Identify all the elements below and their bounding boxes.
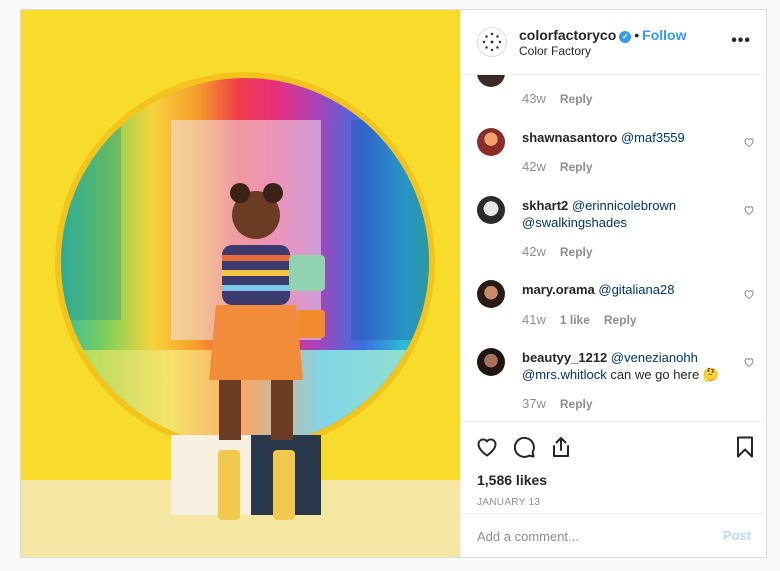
color-factory-logo-icon bbox=[482, 32, 502, 52]
comment-like-count[interactable]: 1 like bbox=[560, 313, 590, 327]
mention-link[interactable]: @erinnicolebrown bbox=[572, 198, 676, 213]
thinking-emoji-icon: 🤔 bbox=[702, 367, 720, 382]
account-subtitle[interactable]: Color Factory bbox=[519, 44, 591, 58]
reply-button[interactable]: Reply bbox=[560, 92, 593, 106]
bookmark-icon[interactable] bbox=[733, 435, 757, 459]
comment-time[interactable]: 43w bbox=[522, 91, 546, 106]
reply-button[interactable]: Reply bbox=[560, 397, 593, 411]
post-side-panel: colorfactoryco ✓ • Follow Color Factory •••… bbox=[460, 10, 767, 557]
mention-link[interactable]: @venezianohh bbox=[611, 350, 698, 365]
comment-meta: 42w Reply bbox=[522, 244, 593, 259]
separator-dot: • bbox=[634, 27, 640, 43]
comment-meta: 42w Reply bbox=[522, 159, 593, 174]
instagram-post: colorfactoryco ✓ • Follow Color Factory •••… bbox=[20, 9, 767, 558]
comment-time[interactable]: 37w bbox=[522, 396, 546, 411]
comment-like-heart-icon[interactable] bbox=[743, 204, 755, 216]
follow-button[interactable]: Follow bbox=[642, 27, 686, 43]
comment-meta: 43w Reply bbox=[522, 91, 593, 106]
reply-button[interactable]: Reply bbox=[604, 313, 637, 327]
post-photo[interactable] bbox=[21, 10, 460, 557]
comment-time[interactable]: 42w bbox=[522, 159, 546, 174]
comment-avatar[interactable] bbox=[477, 280, 505, 308]
profile-avatar[interactable] bbox=[477, 27, 507, 57]
comment-time[interactable]: 42w bbox=[522, 244, 546, 259]
comment-username[interactable]: mary.orama bbox=[522, 282, 595, 297]
post-header: colorfactoryco ✓ • Follow Color Factory ••• bbox=[461, 10, 767, 75]
comment-avatar[interactable] bbox=[477, 128, 505, 156]
more-options-button[interactable]: ••• bbox=[731, 32, 751, 50]
share-icon[interactable] bbox=[549, 435, 573, 459]
comment-avatar[interactable] bbox=[477, 75, 505, 87]
comment-text: shawnasantoro @maf3559 bbox=[522, 129, 732, 146]
comment-username[interactable]: beautyy_1212 bbox=[522, 350, 607, 365]
like-count[interactable]: 1,586 likes bbox=[477, 472, 547, 488]
comments-list[interactable]: 43w Reply shawnasantoro @maf3559 42w Reply bbox=[461, 75, 767, 421]
comment-icon[interactable] bbox=[512, 435, 536, 459]
comment-like-heart-icon[interactable] bbox=[743, 136, 755, 148]
post-actions: 1,586 likes JANUARY 13 bbox=[461, 421, 767, 513]
comment-body: can we go here bbox=[610, 367, 700, 382]
comment-avatar[interactable] bbox=[477, 348, 505, 376]
mention-link[interactable]: @mrs.whitlock bbox=[522, 367, 607, 382]
header-username-row: colorfactoryco ✓ • Follow bbox=[519, 27, 686, 43]
comment-meta: 37w Reply bbox=[522, 396, 593, 411]
comment-username[interactable]: skhart2 bbox=[522, 198, 568, 213]
comment-text: skhart2 @erinnicolebrown @swalkingshades bbox=[522, 197, 732, 231]
comment-input[interactable] bbox=[477, 526, 697, 546]
mention-link[interactable]: @swalkingshades bbox=[522, 215, 627, 230]
post-date[interactable]: JANUARY 13 bbox=[477, 497, 540, 508]
comment-time[interactable]: 41w bbox=[522, 312, 546, 327]
reply-button[interactable]: Reply bbox=[560, 160, 593, 174]
username-link[interactable]: colorfactoryco bbox=[519, 27, 616, 43]
mention-link[interactable]: @gitaliana28 bbox=[598, 282, 674, 297]
comment-text: beautyy_1212 @venezianohh @mrs.whitlock … bbox=[522, 349, 732, 383]
heart-icon[interactable] bbox=[475, 435, 499, 459]
comment-avatar[interactable] bbox=[477, 196, 505, 224]
comment-username[interactable]: shawnasantoro bbox=[522, 130, 617, 145]
photo-illustration bbox=[21, 10, 460, 557]
mention-link[interactable]: @maf3559 bbox=[621, 130, 685, 145]
comment-meta: 41w 1 like Reply bbox=[522, 312, 637, 327]
reply-button[interactable]: Reply bbox=[560, 245, 593, 259]
comment-text: mary.orama @gitaliana28 bbox=[522, 281, 732, 298]
verified-badge-icon: ✓ bbox=[619, 31, 632, 43]
post-comment-button[interactable]: Post bbox=[723, 528, 751, 543]
add-comment-bar: Post bbox=[461, 513, 767, 557]
comment-like-heart-icon[interactable] bbox=[743, 288, 755, 300]
comment-like-heart-icon[interactable] bbox=[743, 356, 755, 368]
